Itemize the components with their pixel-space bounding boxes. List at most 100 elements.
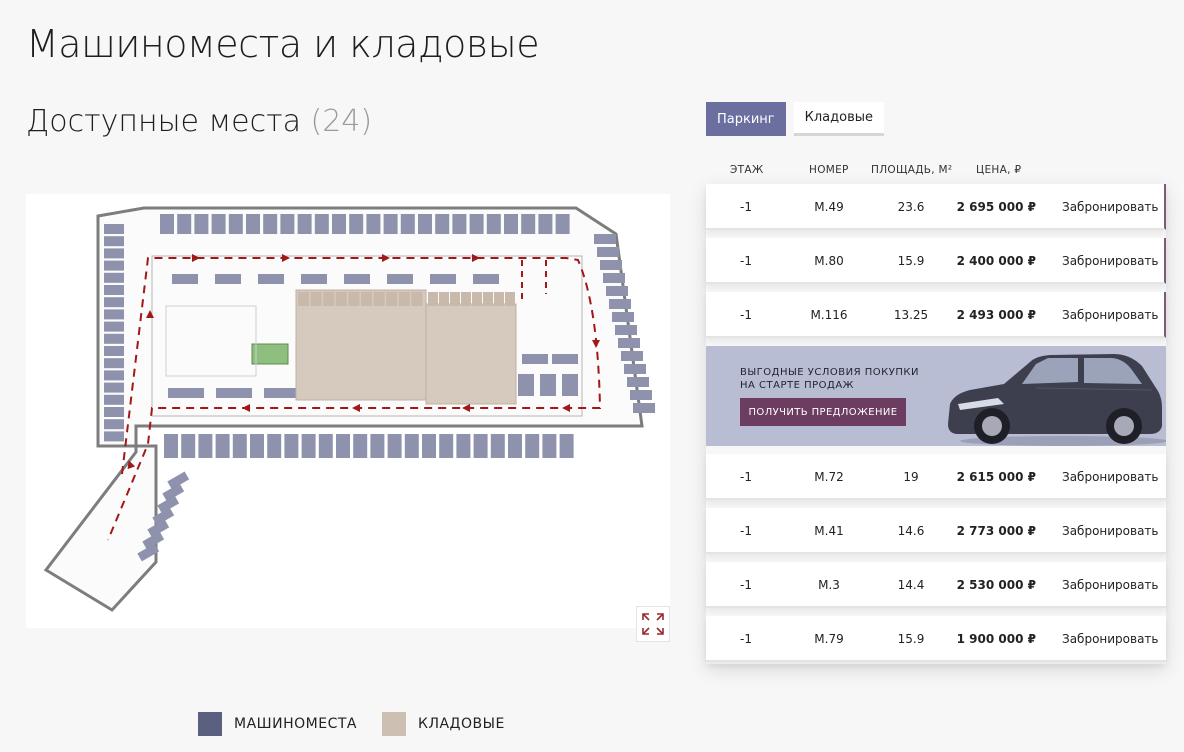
storage-block	[425, 303, 517, 405]
cell-floor: -1	[740, 632, 752, 646]
parking-space	[104, 382, 124, 393]
parking-space	[349, 214, 364, 234]
header-area[interactable]: ПЛОЩАДЬ, М²	[871, 164, 952, 176]
cell-area: 19	[903, 470, 919, 484]
cell-area: 14.6	[897, 524, 925, 538]
cell-number: М.3	[818, 578, 840, 592]
cell-price: 2 695 000 ₽	[956, 200, 1036, 214]
cell-area: 15.9	[897, 254, 925, 268]
table-row[interactable]: -1 М.49 23.6 2 695 000 ₽ Забронировать	[706, 184, 1166, 230]
parking-space	[522, 354, 548, 364]
parking-space	[552, 354, 578, 364]
cell-price: 1 900 000 ₽	[956, 632, 1036, 646]
cell-number: М.49	[814, 200, 844, 214]
storage-room	[450, 292, 460, 306]
promo-banner[interactable]: ВЫГОДНЫЕ УСЛОВИЯ ПОКУПКИ НА СТАРТЕ ПРОДА…	[706, 346, 1166, 446]
parking-space	[600, 260, 622, 270]
parking-space	[430, 274, 456, 284]
parking-space	[104, 333, 124, 344]
parking-space	[404, 434, 419, 458]
parking-space	[603, 273, 625, 283]
promo-text: ВЫГОДНЫЕ УСЛОВИЯ ПОКУПКИ НА СТАРТЕ ПРОДА…	[740, 366, 919, 392]
legend-storage-label: КЛАДОВЫЕ	[418, 716, 505, 732]
book-button[interactable]: Забронировать	[1062, 470, 1159, 484]
book-button[interactable]: Забронировать	[1062, 308, 1159, 322]
table-row[interactable]: -1 М.3 14.4 2 530 000 ₽ Забронировать	[706, 562, 1166, 608]
parking-space	[597, 247, 619, 257]
header-floor[interactable]: ЭТАЖ	[730, 164, 763, 176]
parking-space	[400, 214, 415, 234]
storage-room	[373, 292, 385, 306]
book-button[interactable]: Забронировать	[1062, 578, 1159, 592]
parking-space	[422, 434, 436, 458]
parking-space	[633, 403, 655, 413]
cell-price: 2 773 000 ₽	[956, 524, 1036, 538]
table-row[interactable]: -1 М.80 15.9 2 400 000 ₽ Забронировать	[706, 238, 1166, 284]
storage-room	[310, 292, 322, 306]
parking-space	[104, 346, 124, 356]
storage-room	[472, 292, 482, 306]
cell-floor: -1	[740, 470, 752, 484]
plan-storage-rooms	[295, 289, 517, 405]
parking-space	[538, 214, 553, 234]
parking-space	[627, 377, 649, 387]
storage-room	[505, 292, 515, 306]
parking-space	[104, 370, 124, 381]
table-row[interactable]: -1 М.41 14.6 2 773 000 ₽ Забронировать	[706, 508, 1166, 554]
parking-space	[194, 214, 209, 234]
parking-space	[370, 434, 385, 458]
parking-space	[518, 374, 534, 396]
parking-space	[469, 214, 484, 234]
tab-parking[interactable]: Паркинг	[706, 102, 786, 136]
parking-space	[168, 388, 204, 398]
header-number[interactable]: НОМЕР	[809, 164, 849, 176]
parking-space	[521, 214, 536, 234]
table-row[interactable]: -1 М.79 15.9 1 900 000 ₽ Забронировать	[706, 616, 1166, 662]
book-button[interactable]: Забронировать	[1062, 200, 1159, 214]
parking-space	[559, 434, 574, 458]
tab-storage[interactable]: Кладовые	[793, 102, 884, 136]
parking-space	[164, 434, 178, 458]
parking-space	[284, 434, 299, 458]
cell-price: 2 400 000 ₽	[956, 254, 1036, 268]
storage-room	[335, 292, 347, 306]
parking-space	[490, 434, 505, 458]
book-button[interactable]: Забронировать	[1062, 254, 1159, 268]
parking-space	[301, 274, 327, 284]
parking-space	[353, 434, 368, 458]
parking-space	[615, 325, 637, 335]
parking-space	[246, 214, 260, 234]
parking-space	[504, 214, 518, 234]
legend-parking: МАШИНОМЕСТА	[198, 712, 357, 736]
parking-space	[104, 272, 124, 283]
promo-line-1: ВЫГОДНЫЕ УСЛОВИЯ ПОКУПКИ	[740, 367, 919, 378]
table-row[interactable]: -1 М.116 13.25 2 493 000 ₽ Забронировать	[706, 292, 1166, 338]
parking-floor-plan[interactable]	[26, 194, 670, 628]
parking-space	[332, 214, 346, 234]
cell-number: М.79	[814, 632, 844, 646]
storage-room	[323, 292, 335, 306]
parking-space	[336, 434, 350, 458]
get-offer-button[interactable]: ПОЛУЧИТЬ ПРЕДЛОЖЕНИЕ	[740, 398, 906, 426]
parking-space	[264, 388, 300, 398]
book-button[interactable]: Забронировать	[1062, 524, 1159, 538]
page-title: Машиноместа и кладовые	[26, 22, 540, 66]
parking-space	[104, 260, 124, 271]
expand-icon	[642, 613, 664, 635]
storage-room	[348, 292, 360, 306]
storage-room	[494, 292, 504, 306]
legend-storage: КЛАДОВЫЕ	[382, 712, 505, 736]
book-button[interactable]: Забронировать	[1062, 632, 1159, 646]
parking-space	[609, 299, 631, 309]
header-price[interactable]: ЦЕНА, ₽	[976, 164, 1021, 176]
parking-space	[301, 434, 316, 458]
storage-room	[361, 292, 372, 306]
parking-space	[456, 434, 471, 458]
available-count: (24)	[310, 104, 373, 139]
storage-block	[295, 289, 427, 401]
expand-plan-button[interactable]	[636, 606, 670, 642]
parking-space	[344, 274, 370, 284]
table-row[interactable]: -1 М.72 19 2 615 000 ₽ Забронировать	[706, 454, 1166, 500]
storage-room	[428, 292, 438, 306]
cell-floor: -1	[740, 254, 752, 268]
